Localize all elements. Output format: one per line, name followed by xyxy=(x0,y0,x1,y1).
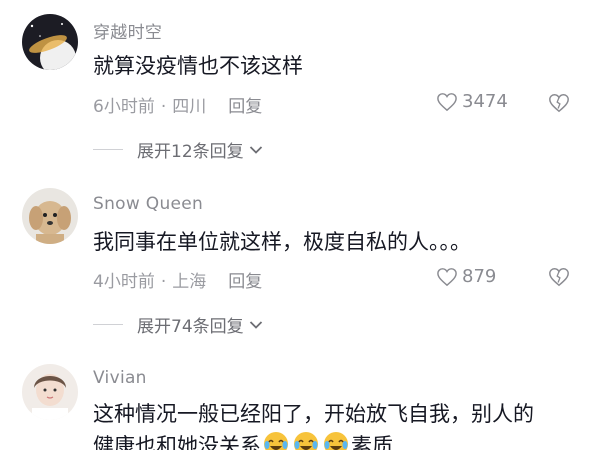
divider-line xyxy=(93,149,123,150)
avatar-image xyxy=(22,14,78,70)
comment-text-line-2-start: 健康也和她没关系 xyxy=(93,434,261,450)
comment-text: 我同事在单位就这样，极度自私的人。。。 xyxy=(93,230,471,254)
username[interactable]: Snow Queen xyxy=(93,194,203,214)
divider-line xyxy=(93,324,123,325)
separator-dot: · xyxy=(160,272,167,292)
reply-button[interactable]: 回复 xyxy=(228,97,262,117)
crying-laughing-emoji-icon xyxy=(264,432,288,450)
separator-dot: · xyxy=(160,97,167,117)
broken-heart-icon[interactable] xyxy=(548,92,570,114)
expand-replies-button[interactable]: 展开12条回复 xyxy=(93,137,263,162)
comment-text-line-1: 这种情况一般已经阳了，开始放飞自我，别人的 xyxy=(93,402,534,426)
comment-text: 这种情况一般已经阳了，开始放飞自我，别人的 健康也和她没关系 素质 xyxy=(93,398,573,450)
expand-replies-label: 展开74条回复 xyxy=(137,317,244,337)
like-button[interactable]: 3474 xyxy=(436,91,508,112)
location: 四川 xyxy=(172,97,207,117)
expand-replies-button[interactable]: 展开74条回复 xyxy=(93,312,263,337)
comment-item-1: 穿越时空 就算没疫情也不该这样 6小时前 · 四川 回复 3474 展开12条回复 xyxy=(0,0,600,170)
like-count: 3474 xyxy=(462,91,508,112)
location: 上海 xyxy=(172,272,207,292)
username[interactable]: 穿越时空 xyxy=(93,18,162,43)
comment-text: 就算没疫情也不该这样 xyxy=(93,54,303,78)
comment-meta: 4小时前 · 上海 回复 xyxy=(93,267,262,292)
like-count: 879 xyxy=(462,266,497,287)
avatar-image xyxy=(22,364,78,420)
avatar-image xyxy=(22,188,78,244)
avatar[interactable] xyxy=(22,364,78,420)
like-button[interactable]: 879 xyxy=(436,266,496,287)
avatar[interactable] xyxy=(22,188,78,244)
broken-heart-icon[interactable] xyxy=(548,266,570,288)
chevron-down-icon xyxy=(249,145,262,154)
reply-button[interactable]: 回复 xyxy=(228,272,262,292)
heart-outline-icon xyxy=(437,267,457,286)
chevron-down-icon xyxy=(249,320,262,329)
heart-outline-icon xyxy=(437,92,457,111)
username[interactable]: Vivian xyxy=(93,368,147,388)
crying-laughing-emoji-icon xyxy=(294,432,318,450)
avatar[interactable] xyxy=(22,14,78,70)
comment-item-3: Vivian 这种情况一般已经阳了，开始放飞自我，别人的 健康也和她没关系 素质 xyxy=(0,350,600,450)
timestamp: 6小时前 xyxy=(93,97,155,117)
comment-text-line-2: 健康也和她没关系 素质 xyxy=(93,430,573,450)
expand-replies-label: 展开12条回复 xyxy=(137,142,244,162)
crying-laughing-emoji-icon xyxy=(324,432,348,450)
comment-meta: 6小时前 · 四川 回复 xyxy=(93,92,262,117)
comment-text-line-2-end: 素质 xyxy=(351,434,393,450)
comment-item-2: Snow Queen 我同事在单位就这样，极度自私的人。。。 4小时前 · 上海 回复… xyxy=(0,170,600,350)
timestamp: 4小时前 xyxy=(93,272,155,292)
